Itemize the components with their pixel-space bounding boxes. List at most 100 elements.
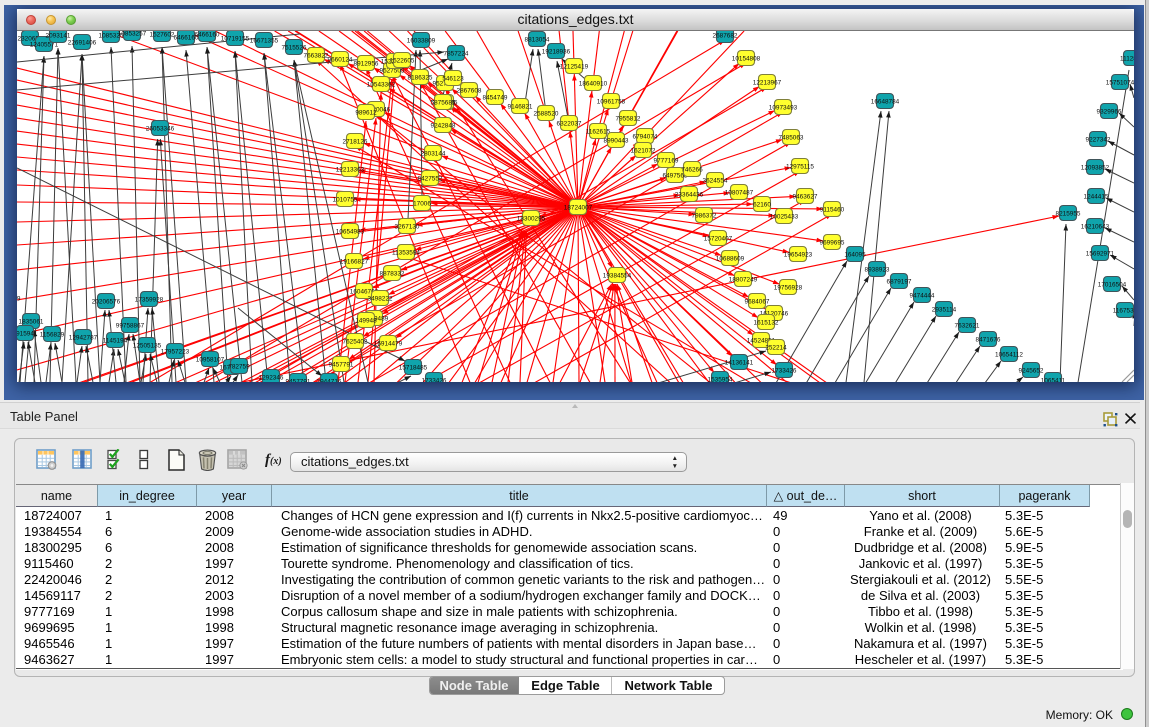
svg-text:18724007: 18724007 xyxy=(564,204,593,211)
svg-text:9699695: 9699695 xyxy=(820,239,845,246)
svg-text:1615132: 1615132 xyxy=(754,319,779,326)
svg-text:12093852: 12093852 xyxy=(1081,164,1110,171)
svg-text:164095: 164095 xyxy=(844,251,866,258)
svg-text:8454749: 8454749 xyxy=(483,94,508,101)
svg-text:7632621: 7632621 xyxy=(955,322,980,329)
svg-text:18807249: 18807249 xyxy=(729,276,758,283)
svg-text:14136141: 14136141 xyxy=(725,359,754,366)
svg-text:15751074: 15751074 xyxy=(1106,79,1134,86)
svg-text:18300295: 18300295 xyxy=(517,215,546,222)
svg-text:16671355: 16671355 xyxy=(250,37,279,44)
svg-text:149948: 149948 xyxy=(355,317,377,324)
svg-text:746266: 746266 xyxy=(681,166,703,173)
svg-text:9457791: 9457791 xyxy=(329,361,354,368)
svg-text:1005139: 1005139 xyxy=(17,295,21,302)
svg-text:9463627: 9463627 xyxy=(793,193,818,200)
svg-text:10543362: 10543362 xyxy=(367,81,396,88)
svg-text:19166827: 19166827 xyxy=(340,258,369,265)
svg-text:8427552: 8427552 xyxy=(418,175,443,182)
svg-text:7857224: 7857224 xyxy=(444,50,469,57)
svg-text:10853257: 10853257 xyxy=(118,31,147,37)
svg-text:1522605: 1522605 xyxy=(390,57,415,64)
svg-text:1527602: 1527602 xyxy=(150,31,175,38)
svg-text:16914479: 16914479 xyxy=(374,340,403,347)
svg-text:8813054: 8813054 xyxy=(525,36,550,43)
svg-text:17006: 17006 xyxy=(413,200,431,207)
svg-text:9146821: 9146821 xyxy=(508,103,533,110)
svg-text:2935114: 2935114 xyxy=(932,306,957,313)
svg-text:1112843: 1112843 xyxy=(1120,55,1134,62)
svg-text:15692971: 15692971 xyxy=(1086,250,1115,257)
svg-text:26053346: 26053346 xyxy=(146,125,175,132)
svg-text:11353594: 11353594 xyxy=(392,249,420,256)
svg-text:3498222: 3498222 xyxy=(368,295,393,302)
svg-text:23364436: 23364436 xyxy=(675,191,704,198)
svg-text:1733426: 1733426 xyxy=(772,367,797,374)
svg-text:1621072: 1621072 xyxy=(631,147,656,154)
svg-text:3624554: 3624554 xyxy=(703,177,728,184)
svg-text:10961758: 10961758 xyxy=(597,98,626,105)
svg-text:1167533: 1167533 xyxy=(1113,307,1134,314)
svg-text:1292346: 1292346 xyxy=(259,374,284,381)
svg-text:19384554: 19384554 xyxy=(603,272,632,279)
svg-text:8186325: 8186325 xyxy=(408,74,433,81)
svg-text:6879197: 6879197 xyxy=(887,278,912,285)
svg-text:8990443: 8990443 xyxy=(604,137,629,144)
svg-text:7515526: 7515526 xyxy=(282,44,307,51)
svg-text:10654983: 10654983 xyxy=(336,228,365,235)
svg-text:1162615: 1162615 xyxy=(586,128,611,135)
svg-text:2588520: 2588520 xyxy=(534,110,559,117)
svg-text:2867608: 2867608 xyxy=(457,87,482,94)
svg-text:9660124: 9660124 xyxy=(328,56,353,63)
svg-text:3915941: 3915941 xyxy=(17,330,38,337)
svg-text:6794074: 6794074 xyxy=(633,133,658,140)
svg-text:9329966: 9329966 xyxy=(1097,108,1122,115)
svg-text:2718126: 2718126 xyxy=(343,138,368,145)
svg-text:546123: 546123 xyxy=(442,75,464,82)
svg-text:19654923: 19654923 xyxy=(784,251,813,258)
svg-text:1244415: 1244415 xyxy=(1084,193,1109,200)
svg-text:8878332: 8878332 xyxy=(380,270,405,277)
svg-text:20206576: 20206576 xyxy=(92,298,121,305)
svg-text:16648784: 16648784 xyxy=(871,98,900,105)
svg-text:8215955: 8215955 xyxy=(1056,210,1081,217)
svg-text:1535954: 1535954 xyxy=(708,376,733,382)
svg-text:7625402: 7625402 xyxy=(343,338,368,345)
svg-text:9227342: 9227342 xyxy=(1086,136,1111,143)
svg-text:12125419: 12125419 xyxy=(560,63,589,70)
svg-text:989612: 989612 xyxy=(355,109,377,116)
svg-text:1145194: 1145194 xyxy=(103,337,128,344)
svg-text:10154808: 10154808 xyxy=(732,55,761,62)
svg-text:1156829: 1156829 xyxy=(40,331,65,338)
svg-text:9457791: 9457791 xyxy=(286,378,311,382)
svg-text:16033809: 16033809 xyxy=(407,37,436,44)
svg-text:1065411: 1065411 xyxy=(1041,377,1066,382)
svg-text:9245652: 9245652 xyxy=(1019,367,1044,374)
svg-text:19756928: 19756928 xyxy=(774,284,803,291)
svg-text:10719155: 10719155 xyxy=(221,35,250,42)
svg-text:16210643: 16210643 xyxy=(1081,223,1110,230)
svg-text:7485063: 7485063 xyxy=(779,134,804,141)
svg-text:18640910: 18640910 xyxy=(579,80,608,87)
svg-text:9684067: 9684067 xyxy=(745,298,770,305)
svg-text:3267130: 3267130 xyxy=(395,223,420,230)
svg-text:2093141: 2093141 xyxy=(46,32,71,39)
svg-text:9242848: 9242848 xyxy=(431,122,456,129)
svg-text:9474444: 9474444 xyxy=(910,292,935,299)
svg-text:10807487: 10807487 xyxy=(725,189,754,196)
svg-text:9115460: 9115460 xyxy=(820,206,845,213)
svg-text:2803144: 2803144 xyxy=(421,150,446,157)
svg-text:7663822: 7663822 xyxy=(304,52,329,59)
svg-text:15720407: 15720407 xyxy=(704,235,733,242)
svg-text:8938923: 8938923 xyxy=(865,266,890,273)
svg-text:6322037: 6322037 xyxy=(557,120,582,127)
svg-text:12975115: 12975115 xyxy=(786,163,814,170)
svg-text:6466160: 6466160 xyxy=(195,31,220,38)
svg-text:1733426: 1733426 xyxy=(422,377,447,382)
svg-text:10654112: 10654112 xyxy=(995,351,1023,358)
svg-text:10958107: 10958107 xyxy=(196,356,225,363)
svg-text:8471676: 8471676 xyxy=(976,336,1001,343)
svg-text:9777169: 9777169 xyxy=(654,157,679,164)
svg-text:782759: 782759 xyxy=(228,363,250,370)
svg-text:8912956: 8912956 xyxy=(354,60,379,67)
